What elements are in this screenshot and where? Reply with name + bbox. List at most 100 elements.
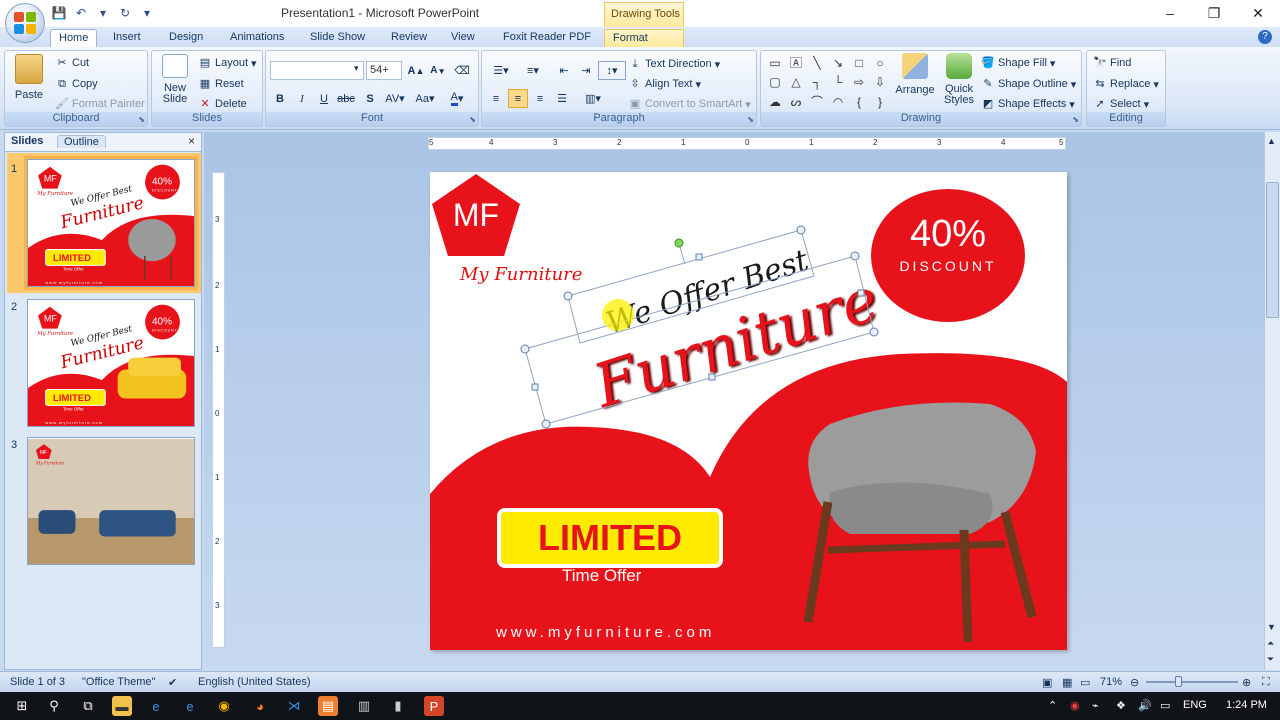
slide-thumbnail-1[interactable]: MF My Furniture We Offer Best Furniture …: [24, 156, 198, 290]
slide-show-icon[interactable]: ▭: [1080, 676, 1090, 689]
volume-icon[interactable]: 🔊: [1138, 699, 1152, 712]
tab-insert[interactable]: Insert: [113, 29, 141, 47]
font-size-combo[interactable]: 54+: [366, 61, 402, 80]
underline-icon[interactable]: U: [314, 89, 334, 108]
restore-button[interactable]: ❐: [1192, 0, 1236, 26]
dialog-launcher-icon[interactable]: ⬊: [1072, 115, 1079, 124]
justify-icon[interactable]: ☰: [552, 89, 572, 108]
oval-shape-icon[interactable]: ○: [871, 55, 889, 72]
down-arrow-shape-icon[interactable]: ⇩: [871, 74, 889, 91]
right-arrow-shape-icon[interactable]: ⇨: [850, 74, 868, 91]
keyboard-language[interactable]: ENG: [1183, 699, 1207, 711]
rounded-rect-shape-icon[interactable]: ▢: [766, 74, 784, 91]
shape-fill-button[interactable]: 🪣 Shape Fill ▾: [981, 56, 1055, 70]
slide-thumbnail-2[interactable]: MF My Furniture We Offer Best Furniture …: [27, 299, 195, 427]
dialog-launcher-icon[interactable]: ⬊: [747, 115, 754, 124]
shape-effects-button[interactable]: ◩ Shape Effects ▾: [981, 97, 1075, 111]
dialog-launcher-icon[interactable]: ⬊: [138, 115, 145, 124]
undo-dropdown-icon[interactable]: ▾: [94, 4, 112, 22]
save-icon[interactable]: 💾: [50, 4, 68, 22]
textbox-shape-icon[interactable]: 🄰: [787, 55, 805, 72]
scroll-down-icon[interactable]: ▼: [1267, 622, 1276, 632]
arc-shape-icon[interactable]: ◠: [829, 94, 847, 111]
tab-outline[interactable]: Outline: [57, 135, 106, 148]
decrease-indent-icon[interactable]: ⇤: [554, 61, 574, 80]
increase-indent-icon[interactable]: ⇥: [576, 61, 596, 80]
cut-button[interactable]: ✂ Cut: [55, 56, 89, 70]
slide-canvas[interactable]: MF My Furniture 40% DISCOUNT We Offer Be…: [430, 172, 1067, 650]
bullets-icon[interactable]: ☰▾: [486, 61, 516, 80]
align-right-icon[interactable]: ≡: [530, 89, 550, 108]
next-slide-icon[interactable]: ⏷: [1267, 654, 1274, 665]
shrink-font-icon[interactable]: A ▼: [428, 61, 448, 80]
align-left-icon[interactable]: ≡: [486, 89, 506, 108]
quick-styles-button[interactable]: Quick Styles: [939, 53, 979, 106]
slide-sorter-icon[interactable]: ▦: [1062, 676, 1072, 689]
change-case-icon[interactable]: Aa▾: [412, 89, 438, 108]
library-icon[interactable]: ▥: [354, 696, 374, 716]
find-button[interactable]: 🔭 Find: [1093, 56, 1131, 70]
chrome-icon[interactable]: ◉: [214, 696, 234, 716]
website-text[interactable]: www.myfurniture.com: [496, 624, 715, 641]
windows-start-icon[interactable]: ⊞: [12, 696, 32, 716]
copy-button[interactable]: ⧉ Copy: [55, 77, 98, 91]
freeform-shape-icon[interactable]: ᔕ: [787, 94, 805, 111]
dialog-launcher-icon[interactable]: ⬊: [469, 115, 476, 124]
tab-view[interactable]: View: [451, 29, 475, 47]
vscode-icon[interactable]: ⋊: [284, 696, 304, 716]
format-painter-button[interactable]: 🖌 Format Painter: [55, 97, 145, 111]
zoom-in-icon[interactable]: ⊕: [1242, 676, 1251, 689]
paste-button[interactable]: Paste: [11, 54, 47, 101]
powerpoint-taskbar-icon[interactable]: P: [424, 696, 444, 716]
arrange-button[interactable]: Arrange: [895, 53, 935, 96]
columns-icon[interactable]: ▥▾: [578, 89, 608, 108]
record-icon[interactable]: ◉: [1070, 699, 1080, 712]
tab-review[interactable]: Review: [391, 29, 427, 47]
time-offer-text[interactable]: Time Offer: [562, 566, 641, 586]
undo-icon[interactable]: ↶: [72, 4, 90, 22]
text-direction-button[interactable]: ⤓ Text Direction ▾: [628, 57, 721, 71]
display-icon[interactable]: ▭: [1160, 699, 1170, 712]
file-explorer-icon[interactable]: ▬: [112, 696, 132, 716]
language-indicator[interactable]: English (United States): [198, 676, 311, 688]
replace-button[interactable]: ⇆ Replace ▾: [1093, 77, 1159, 91]
character-spacing-icon[interactable]: AV▾: [382, 89, 408, 108]
tab-home[interactable]: Home: [50, 29, 98, 47]
triangle-shape-icon[interactable]: △: [787, 74, 805, 91]
numbering-icon[interactable]: ≡▾: [518, 61, 548, 80]
clock[interactable]: 1:24 PM: [1226, 699, 1267, 711]
rectangle-shape-icon[interactable]: ▭: [766, 55, 784, 72]
limited-badge[interactable]: LIMITED: [497, 508, 723, 568]
document-icon[interactable]: ▮: [388, 696, 408, 716]
task-view-icon[interactable]: ⧉: [78, 696, 98, 716]
normal-view-icon[interactable]: ▣: [1042, 676, 1052, 689]
reset-button[interactable]: ▦ Reset: [198, 77, 244, 91]
shape-outline-button[interactable]: ✎ Shape Outline ▾: [981, 77, 1076, 91]
line-spacing-icon[interactable]: ↕▾: [598, 61, 626, 80]
redo-icon[interactable]: ↻: [116, 4, 134, 22]
convert-smartart-button[interactable]: ▣ Convert to SmartArt ▾: [628, 97, 751, 111]
font-color-icon[interactable]: A ▾: [442, 89, 472, 108]
arrow-line-shape-icon[interactable]: ↘: [829, 55, 847, 72]
zoom-slider-thumb[interactable]: [1175, 676, 1182, 687]
bold-icon[interactable]: B: [270, 89, 290, 108]
align-text-button[interactable]: ⇳ Align Text ▾: [628, 77, 701, 91]
zoom-slider[interactable]: [1146, 681, 1238, 683]
align-center-icon[interactable]: ≡: [508, 89, 528, 108]
connector-shape-icon[interactable]: ┐: [808, 74, 826, 91]
tab-slide-show[interactable]: Slide Show: [310, 29, 365, 47]
minimize-button[interactable]: –: [1148, 0, 1192, 26]
layout-button[interactable]: ▤ Layout ▾: [198, 56, 257, 70]
scroll-thumb[interactable]: [1266, 182, 1279, 318]
vertical-scrollbar[interactable]: ▲ ▼ ⏶ ⏷: [1264, 132, 1280, 670]
tray-chevron-icon[interactable]: ⌃: [1048, 699, 1057, 712]
slide-thumbnail-3[interactable]: MF My Furniture: [27, 437, 195, 565]
select-button[interactable]: ➚ Select ▾: [1093, 97, 1149, 111]
close-button[interactable]: ✕: [1236, 0, 1280, 26]
cloud-shape-icon[interactable]: ☁: [766, 94, 784, 111]
fit-to-window-icon[interactable]: ⛶: [1262, 676, 1270, 689]
previous-slide-icon[interactable]: ⏶: [1267, 638, 1274, 649]
discount-badge[interactable]: 40% DISCOUNT: [871, 189, 1025, 322]
clear-formatting-icon[interactable]: ⌫: [452, 61, 472, 80]
font-name-combo[interactable]: [270, 61, 364, 80]
